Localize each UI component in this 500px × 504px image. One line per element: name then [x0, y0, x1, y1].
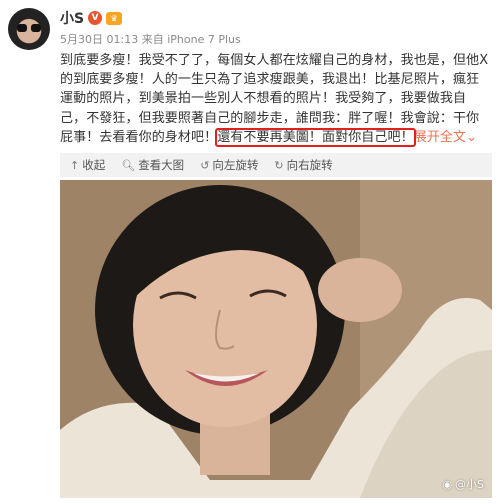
verified-badge-icon: V — [88, 11, 103, 25]
user-row: 小S V ♛ — [60, 8, 123, 28]
image-toolbar: ↑ 收起 🔍︎ 查看大图 ↺ 向左旋转 ↻ 向右旋转 — [60, 153, 492, 177]
rotate-right-icon: ↻ — [274, 158, 284, 172]
expand-label: 展开全文 — [413, 129, 467, 145]
avatar-glasses — [17, 24, 41, 32]
post-source-prefix: 来自 — [141, 33, 164, 46]
magnifier-icon: 🔍︎ — [121, 158, 136, 172]
view-large-button[interactable]: 🔍︎ 查看大图 — [121, 157, 184, 173]
rotate-left-icon: ↺ — [200, 158, 210, 172]
weibo-logo-icon: ◉ — [442, 477, 453, 491]
username[interactable]: 小S — [60, 8, 84, 28]
highlighted-sentence: 還有不要再美圖！面對你自己吧！ — [215, 127, 416, 147]
image-watermark: ◉ @小S — [442, 476, 484, 492]
collapse-button[interactable]: ↑ 收起 — [70, 157, 105, 173]
raised-hand — [318, 258, 402, 322]
rotate-left-button[interactable]: ↺ 向左旋转 — [200, 157, 258, 173]
watermark-text: @小S — [455, 478, 484, 491]
post-date[interactable]: 5月30日 — [60, 33, 103, 46]
rotate-right-button[interactable]: ↻ 向右旋转 — [274, 157, 332, 173]
rotate-left-label: 向左旋转 — [212, 158, 259, 172]
expand-full-text-link[interactable]: 展开全文⌄ — [414, 130, 477, 145]
member-badge-icon: ♛ — [106, 11, 123, 25]
post-device: iPhone 7 Plus — [167, 33, 241, 46]
post-time: 01:13 — [106, 33, 139, 46]
rotate-right-label: 向右旋转 — [286, 158, 333, 172]
chevron-down-icon: ⌄ — [466, 129, 478, 145]
collapse-label: 收起 — [82, 158, 106, 172]
collapse-arrow-icon: ↑ — [70, 158, 80, 172]
avatar[interactable] — [8, 8, 50, 50]
photo-illustration — [60, 180, 492, 498]
post-photo[interactable]: ◉ @小S — [60, 180, 492, 498]
post-text: 到底要多瘦！我受不了了，每個女人都在炫耀自己的身材，我也是，但他X的到底要多瘦！… — [60, 51, 492, 147]
view-large-label: 查看大图 — [138, 158, 185, 172]
post-meta: 5月30日 01:13 来自 iPhone 7 Plus — [60, 31, 241, 47]
